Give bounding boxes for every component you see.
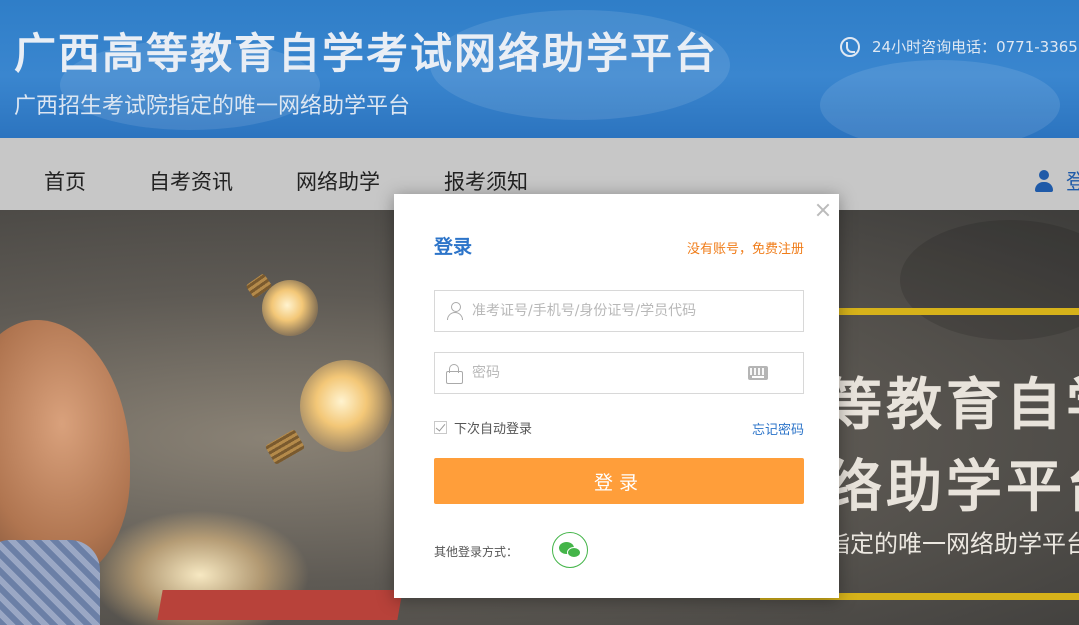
phone-icon bbox=[840, 36, 860, 57]
nav-item-exam-notice[interactable]: 报考须知 bbox=[444, 166, 528, 196]
hotline: 24小时咨询电话：0771-3365 bbox=[840, 36, 1078, 57]
site-title: 广西高等教育自学考试网络助学平台 bbox=[14, 29, 719, 78]
password-input[interactable] bbox=[472, 353, 762, 393]
user-icon bbox=[1034, 170, 1054, 192]
login-modal: 登录 没有账号，免费注册 下次自动登录 忘记密码 登录 其他登录方式： bbox=[394, 194, 839, 598]
wechat-icon[interactable] bbox=[552, 532, 588, 568]
login-title: 登录 bbox=[434, 236, 473, 258]
password-field bbox=[434, 352, 804, 394]
site-header: 广西高等教育自学考试网络助学平台 广西招生考试院指定的唯一网络助学平台 24小时… bbox=[0, 0, 1079, 138]
other-login-label: 其他登录方式： bbox=[434, 545, 519, 559]
register-link[interactable]: 没有账号，免费注册 bbox=[687, 238, 804, 257]
close-icon[interactable] bbox=[815, 202, 831, 218]
username-field bbox=[434, 290, 804, 332]
lightbulb-icon bbox=[300, 360, 392, 452]
nav-login-label: 登 bbox=[1066, 170, 1079, 194]
header-cloud-decoration bbox=[820, 60, 1060, 138]
nav-item-home[interactable]: 首页 bbox=[44, 166, 86, 196]
site-subtitle: 广西招生考试院指定的唯一网络助学平台 bbox=[14, 94, 411, 119]
keyboard-icon[interactable] bbox=[748, 366, 768, 380]
remember-me[interactable]: 下次自动登录 bbox=[434, 418, 532, 437]
login-button[interactable]: 登录 bbox=[434, 458, 804, 504]
banner-book bbox=[157, 590, 403, 620]
lock-icon bbox=[446, 364, 463, 384]
remember-label: 下次自动登录 bbox=[454, 422, 533, 437]
forgot-password-link[interactable]: 忘记密码 bbox=[752, 419, 804, 438]
lightbulb-icon bbox=[262, 280, 318, 336]
user-icon bbox=[447, 302, 463, 320]
nav-login-link[interactable]: 登 bbox=[1034, 166, 1079, 196]
banner-subtitle: 指定的唯一网络助学平台 bbox=[826, 530, 1079, 558]
hotline-text: 24小时咨询电话：0771-3365 bbox=[872, 38, 1078, 56]
remember-checkbox[interactable] bbox=[434, 421, 447, 434]
banner-person-shirt bbox=[0, 540, 100, 625]
nav-item-online-study[interactable]: 网络助学 bbox=[296, 166, 380, 196]
banner-title-line1: 等教育自学 bbox=[826, 372, 1079, 438]
lightbulb-base bbox=[264, 428, 306, 466]
username-input[interactable] bbox=[472, 291, 762, 331]
nav-item-news[interactable]: 自考资讯 bbox=[149, 166, 233, 196]
banner-title-line2: 络助学平台 bbox=[826, 454, 1079, 520]
